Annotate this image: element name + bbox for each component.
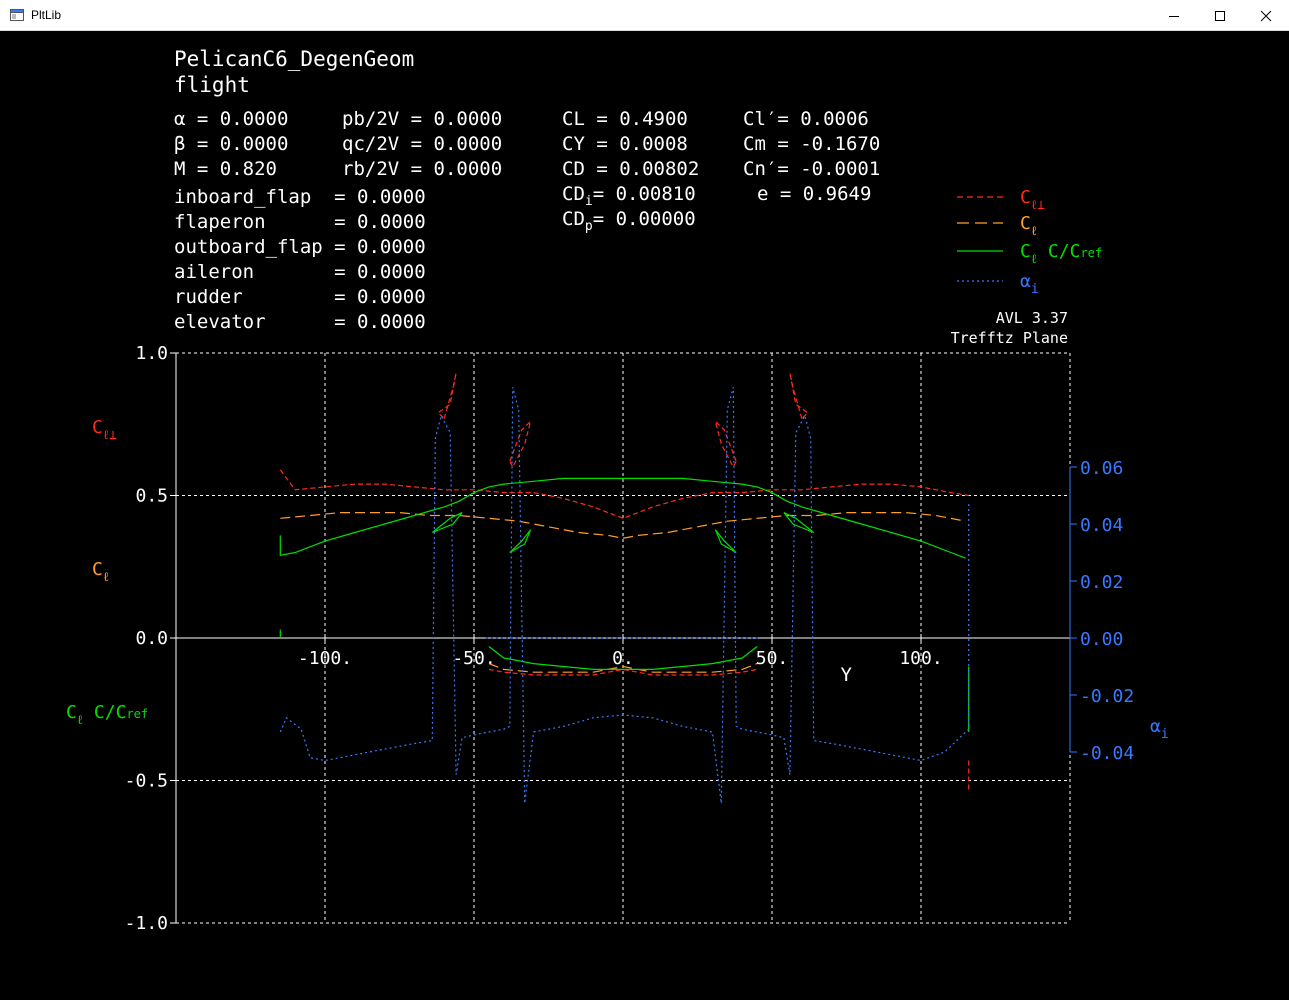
param-alpha: α = 0.0000 <box>174 108 288 130</box>
param-cd: CD = 0.00802 <box>562 158 699 180</box>
axis-label-cl-perp: Cℓ⊥ <box>92 417 117 443</box>
minimize-button[interactable] <box>1151 0 1197 31</box>
view-label: Trefftz Plane <box>951 329 1068 347</box>
y2-tick-label: 0.02 <box>1080 572 1123 593</box>
x-tick-label: 50. <box>756 648 789 669</box>
y2-tick-label: 0.04 <box>1080 515 1123 536</box>
param-rb2v: rb/2V = 0.0000 <box>342 158 502 180</box>
legend-label: Cℓ⊥ <box>1020 187 1045 213</box>
version-label: AVL 3.37 <box>996 309 1068 327</box>
legend: Cℓ⊥CℓCℓ C/Cref αi <box>957 187 1102 297</box>
plot-series <box>279 372 970 804</box>
plot-axes: 1.0 0.5 0.0 -0.5 -1.0 -100. -50. 0. 50. 100. Y 0.06… <box>125 343 1135 934</box>
y2-tick-label: -0.02 <box>1080 686 1134 707</box>
maximize-icon <box>1215 10 1225 21</box>
param-cm: Cm = -0.1670 <box>743 133 880 155</box>
x-tick-label: -100. <box>298 648 352 669</box>
close-icon <box>1260 10 1272 21</box>
axis-label-cl: Cℓ <box>92 559 109 585</box>
minimize-icon <box>1169 15 1179 17</box>
series-line <box>789 372 809 420</box>
series-line <box>279 469 969 519</box>
x-tick-label: -50. <box>452 648 495 669</box>
maximize-button[interactable] <box>1197 0 1243 31</box>
run-name: flight <box>174 73 250 97</box>
y-tick-label: -1.0 <box>125 913 168 934</box>
series-line <box>437 372 457 420</box>
y-tick-label: 1.0 <box>135 343 168 364</box>
y2-tick-label: 0.00 <box>1080 629 1123 650</box>
window-title: PltLib <box>31 8 62 22</box>
param-cy: CY = 0.0008 <box>562 133 688 155</box>
legend-label: Cℓ C/Cref <box>1020 241 1102 267</box>
control-outboard-flap: outboard_flap = 0.0000 <box>174 236 426 258</box>
legend-label: Cℓ <box>1020 213 1037 239</box>
case-title: PelicanC6_DegenGeom <box>174 47 414 71</box>
axis-label-alpha-i: αi <box>1150 716 1169 742</box>
param-mach: M = 0.820 <box>174 158 277 180</box>
close-button[interactable] <box>1243 0 1289 31</box>
param-pb2v: pb/2V = 0.0000 <box>342 108 502 130</box>
legend-label: αi <box>1020 271 1039 297</box>
y2-tick-label: 0.06 <box>1080 458 1123 479</box>
control-flaperon: flaperon = 0.0000 <box>174 211 426 233</box>
app-window-icon <box>10 9 24 21</box>
control-aileron: aileron = 0.0000 <box>174 261 426 283</box>
trefftz-plot: PelicanC6_DegenGeom flight α = 0.0000 pb… <box>66 47 1169 934</box>
y-tick-label: -0.5 <box>125 771 168 792</box>
plot-canvas: PelicanC6_DegenGeom flight α = 0.0000 pb… <box>0 31 1289 1000</box>
series-line <box>279 387 970 804</box>
x-tick-label: 100. <box>899 648 942 669</box>
param-cdi: CDi= 0.00810 <box>562 183 696 209</box>
y-tick-label: 0.0 <box>135 628 168 649</box>
param-cn: Cn′= -0.0001 <box>743 158 880 180</box>
param-qc2v: qc/2V = 0.0000 <box>342 133 502 155</box>
y-tick-label: 0.5 <box>135 486 168 507</box>
window-title-bar[interactable]: PltLib <box>0 0 1289 31</box>
param-cdp: CDp= 0.00000 <box>562 208 696 234</box>
param-beta: β = 0.0000 <box>174 133 288 155</box>
param-cl-roll: Cl′= 0.0006 <box>743 108 869 130</box>
x-tick-label: 0. <box>612 648 634 669</box>
param-cl: CL = 0.4900 <box>562 108 688 130</box>
y2-tick-label: -0.04 <box>1080 743 1134 764</box>
param-e: e = 0.9649 <box>757 183 871 205</box>
axis-label-clc: Cℓ C/Cref <box>66 702 148 728</box>
series-line <box>714 419 737 469</box>
x-axis-label: Y <box>841 664 853 686</box>
control-rudder: rudder = 0.0000 <box>174 286 426 308</box>
control-elevator: elevator = 0.0000 <box>174 311 426 333</box>
control-inboard-flap: inboard_flap = 0.0000 <box>174 186 426 208</box>
